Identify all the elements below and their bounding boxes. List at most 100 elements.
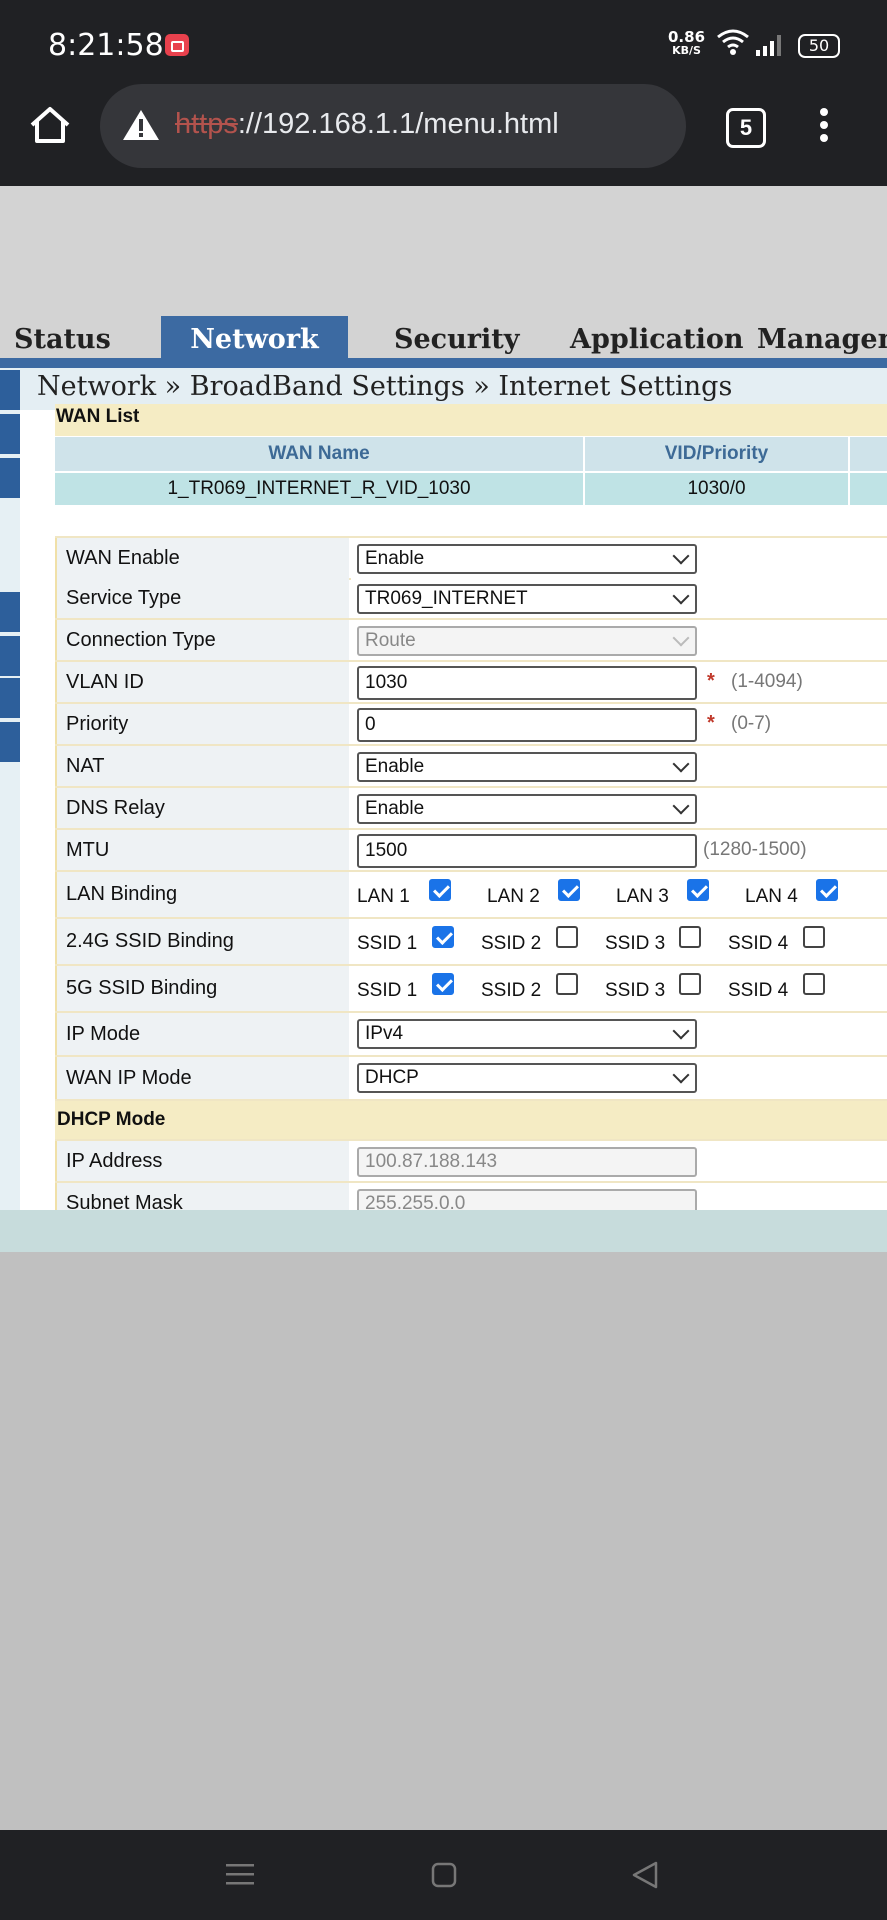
lan-3-checkbox[interactable] — [687, 879, 709, 901]
ip-mode-value: IPv4 — [365, 1023, 404, 1044]
side-menu-item[interactable] — [0, 678, 20, 718]
service-type-select[interactable]: TR069_INTERNET — [357, 584, 697, 614]
tab-switcher-button[interactable]: 5 — [726, 108, 766, 148]
page-header-area — [0, 186, 887, 316]
warning-icon[interactable] — [122, 108, 160, 142]
vlan-id-label: VLAN ID — [55, 662, 349, 702]
tab-security[interactable]: Security — [394, 316, 519, 358]
wan-list-header — [55, 404, 887, 436]
lan-1-label: LAN 1 — [357, 886, 410, 907]
ssid24-3-checkbox[interactable] — [679, 926, 701, 948]
vlan-id-hint: (1-4094) — [731, 671, 803, 692]
service-type-label: Service Type — [55, 578, 349, 618]
url-path: ://192.168.1.1/menu.html — [237, 108, 559, 140]
ssid5-4-checkbox[interactable] — [803, 973, 825, 995]
ssid5-1-label: SSID 1 — [357, 980, 418, 1001]
ssid24-3-label: SSID 3 — [605, 933, 666, 954]
ssid24-1-label: SSID 1 — [357, 933, 418, 954]
url-text[interactable]: https://192.168.1.1/menu.html — [175, 108, 559, 141]
chevron-down-icon — [672, 629, 690, 647]
row-service-type: Service Type TR069_INTERNET — [55, 578, 887, 620]
ip-mode-label: IP Mode — [55, 1013, 349, 1055]
row-priority: Priority 0 * (0-7) — [55, 704, 887, 746]
wan-ip-mode-value: DHCP — [365, 1067, 419, 1088]
side-menu-item[interactable] — [0, 636, 20, 676]
ssid24-binding-label: 2.4G SSID Binding — [55, 919, 349, 964]
dns-relay-select[interactable]: Enable — [357, 794, 697, 824]
row-connection-type: Connection Type Route — [55, 620, 887, 662]
chevron-down-icon — [672, 797, 690, 815]
side-menu-item[interactable] — [0, 370, 20, 410]
clock: 8:21:58 — [48, 28, 164, 63]
side-menu-item[interactable] — [0, 592, 20, 632]
ip-mode-select[interactable]: IPv4 — [357, 1019, 697, 1049]
tab-status[interactable]: Status — [14, 316, 111, 358]
mtu-input[interactable]: 1500 — [357, 834, 697, 868]
vlan-id-input[interactable]: 1030 — [357, 666, 697, 700]
url-scheme: https — [175, 108, 238, 140]
wifi-icon — [717, 29, 749, 55]
service-type-value: TR069_INTERNET — [365, 588, 528, 609]
mtu-label: MTU — [55, 830, 349, 870]
vid-priority-cell[interactable]: 1030/0 — [585, 473, 848, 505]
net-speed: 0.86 KB/S — [668, 30, 705, 58]
priority-input[interactable]: 0 — [357, 708, 697, 742]
wan-name-cell[interactable]: 1_TR069_INTERNET_R_VID_1030 — [55, 473, 583, 505]
ssid5-binding-label: 5G SSID Binding — [55, 966, 349, 1011]
side-menu-item[interactable] — [0, 458, 20, 498]
ssid5-3-label: SSID 3 — [605, 980, 666, 1001]
dns-relay-value: Enable — [365, 798, 425, 819]
ssid24-4-checkbox[interactable] — [803, 926, 825, 948]
wan-list-title: WAN List — [56, 406, 140, 427]
tab-network[interactable]: Network — [161, 316, 348, 358]
home-icon[interactable] — [28, 103, 72, 147]
ssid24-1-checkbox[interactable] — [432, 926, 454, 948]
ssid5-1-checkbox[interactable] — [432, 973, 454, 995]
chevron-down-icon — [672, 1022, 690, 1040]
dns-relay-label: DNS Relay — [55, 788, 349, 828]
ip-address-label: IP Address — [55, 1141, 349, 1181]
ssid5-2-label: SSID 2 — [481, 980, 542, 1001]
ssid5-4-label: SSID 4 — [728, 980, 789, 1001]
row-ssid24-binding: 2.4G SSID Binding SSID 1 SSID 2 SSID 3 S… — [55, 919, 887, 966]
nat-value: Enable — [365, 756, 425, 777]
lan-4-checkbox[interactable] — [816, 879, 838, 901]
page-footer-bar — [0, 1210, 887, 1252]
ssid5-3-checkbox[interactable] — [679, 973, 701, 995]
recents-menu-icon[interactable] — [226, 1862, 254, 1886]
lan-2-checkbox[interactable] — [558, 879, 580, 901]
priority-label: Priority — [55, 704, 349, 744]
side-menu-item[interactable] — [0, 414, 20, 454]
screen-record-icon — [165, 34, 189, 56]
wan-row-extra-cell[interactable] — [850, 473, 887, 505]
breadcrumb-text: Network » BroadBand Settings » Internet … — [37, 371, 733, 402]
required-marker: * — [707, 670, 715, 692]
wan-enable-select[interactable]: Enable — [357, 544, 697, 574]
row-mtu: MTU 1500 (1280-1500) — [55, 830, 887, 872]
side-menu — [0, 368, 20, 1210]
mtu-hint: (1280-1500) — [703, 839, 807, 860]
ssid5-2-checkbox[interactable] — [556, 973, 578, 995]
net-speed-unit: KB/S — [672, 44, 701, 57]
chevron-down-icon — [672, 755, 690, 773]
lan-1-checkbox[interactable] — [429, 879, 451, 901]
overflow-menu-icon[interactable] — [820, 108, 830, 147]
priority-hint: (0-7) — [731, 713, 772, 734]
row-ip-address: IP Address 100.87.188.143 — [55, 1141, 887, 1183]
tab-management[interactable]: Managem — [757, 316, 887, 358]
side-menu-item[interactable] — [0, 722, 20, 762]
nat-label: NAT — [55, 746, 349, 786]
back-icon[interactable] — [630, 1860, 660, 1890]
tab-underline — [0, 358, 887, 368]
column-header-wan-name: WAN Name — [55, 437, 583, 471]
tab-application[interactable]: Application — [570, 316, 744, 358]
home-square-icon[interactable] — [431, 1862, 457, 1888]
wan-ip-mode-select[interactable]: DHCP — [357, 1063, 697, 1093]
row-ssid5-binding: 5G SSID Binding SSID 1 SSID 2 SSID 3 SSI… — [55, 966, 887, 1013]
wan-ip-mode-label: WAN IP Mode — [55, 1057, 349, 1099]
battery-icon: 50 — [798, 34, 840, 58]
main-nav-tabs: Status Network Security Application Mana… — [0, 316, 887, 358]
nat-select[interactable]: Enable — [357, 752, 697, 782]
lan-binding-label: LAN Binding — [55, 872, 349, 917]
ssid24-2-checkbox[interactable] — [556, 926, 578, 948]
